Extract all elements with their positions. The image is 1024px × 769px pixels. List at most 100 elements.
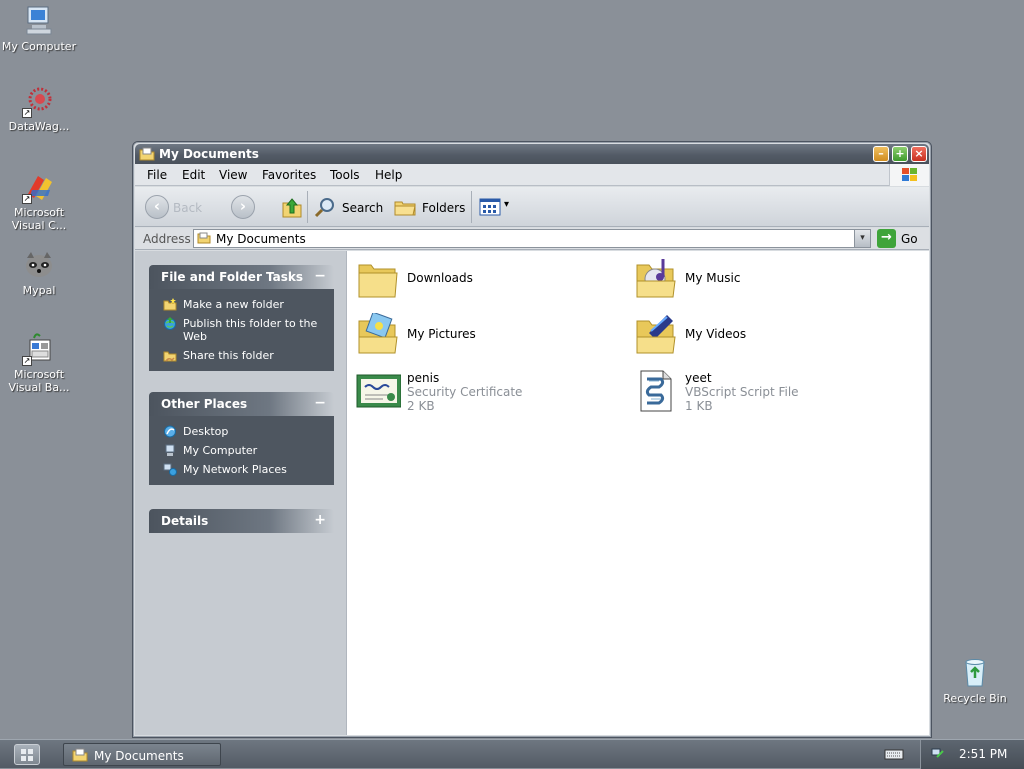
details-group: Details +: [149, 509, 334, 533]
shortcut-arrow-icon: ↗: [22, 194, 32, 204]
close-button[interactable]: ×: [911, 146, 927, 162]
place-label: Desktop: [183, 425, 229, 438]
mypal-raccoon-icon: [22, 248, 56, 282]
group-header[interactable]: Other Places −: [149, 392, 334, 416]
minimize-button[interactable]: –: [873, 146, 889, 162]
keyboard-icon[interactable]: [884, 747, 904, 761]
maximize-button[interactable]: +: [892, 146, 908, 162]
folder-my-music[interactable]: My Music: [627, 257, 897, 305]
group-title: File and Folder Tasks: [161, 270, 304, 284]
task-publish-to-web[interactable]: Publish this folder to the Web: [149, 314, 334, 346]
place-my-network-places[interactable]: My Network Places: [149, 460, 334, 479]
system-tray: 2:51 PM: [920, 740, 1024, 769]
back-button[interactable]: ‹: [145, 195, 169, 219]
desktop-icon-datawag[interactable]: ↗ DataWag...: [1, 84, 77, 133]
item-name: My Videos: [685, 327, 747, 341]
task-label: Share this folder: [183, 349, 274, 362]
desktop-icon-my-computer[interactable]: My Computer: [1, 4, 77, 53]
start-button[interactable]: [14, 744, 40, 765]
group-header[interactable]: File and Folder Tasks −: [149, 265, 334, 289]
menu-tools[interactable]: Tools: [330, 168, 360, 182]
desktop-icon-recycle-bin[interactable]: Recycle Bin: [937, 656, 1013, 705]
network-tray-icon[interactable]: [931, 747, 945, 761]
item-name: Downloads: [407, 271, 473, 285]
item-name: penis: [407, 371, 440, 385]
back-label: Back: [173, 201, 203, 215]
menu-bar: File Edit View Favorites Tools Help: [135, 164, 929, 186]
item-size: 2 KB: [407, 399, 435, 413]
go-button[interactable]: → Go: [877, 229, 929, 248]
menu-favorites[interactable]: Favorites: [262, 168, 316, 182]
desktop-icon-label: Microsoft Visual Ba...: [8, 368, 70, 394]
new-folder-icon: [163, 298, 177, 311]
group-title: Details: [161, 514, 209, 528]
item-name: My Pictures: [407, 327, 476, 341]
file-penis[interactable]: penis Security Certificate 2 KB: [349, 369, 619, 417]
task-label: Publish this folder to the Web: [183, 317, 318, 343]
folder-my-pictures[interactable]: My Pictures: [349, 311, 619, 361]
pictures-folder-icon: [355, 311, 401, 357]
explorer-window: My Documents – + × File Edit View Favori…: [132, 141, 932, 738]
address-input[interactable]: My Documents ▾: [193, 229, 871, 248]
folder-icon: [197, 232, 211, 244]
taskbar-button-my-documents[interactable]: My Documents: [63, 743, 221, 766]
search-button[interactable]: Search: [313, 195, 385, 219]
go-label: Go: [901, 232, 918, 246]
menu-file[interactable]: File: [147, 168, 167, 182]
computer-icon: [22, 4, 56, 38]
desktop-icon-label: Microsoft Visual C...: [11, 206, 67, 232]
desktop-icon-mypal[interactable]: Mypal: [1, 248, 77, 297]
desktop-icon: [163, 425, 177, 438]
item-name: My Music: [685, 271, 741, 285]
task-make-new-folder[interactable]: Make a new folder: [149, 295, 334, 314]
shortcut-arrow-icon: ↗: [22, 108, 32, 118]
network-places-icon: [163, 463, 177, 476]
address-bar: Address My Documents ▾ → Go: [135, 228, 929, 250]
menu-view[interactable]: View: [219, 168, 247, 182]
item-size: 1 KB: [685, 399, 713, 413]
desktop-icon-visual-c[interactable]: ↗ Microsoft Visual C...: [1, 170, 77, 232]
clock[interactable]: 2:51 PM: [959, 747, 1007, 761]
task-share-folder[interactable]: Share this folder: [149, 346, 334, 365]
folders-button[interactable]: Folders: [393, 195, 465, 219]
file-yeet[interactable]: yeet VBScript Script File 1 KB: [627, 369, 897, 417]
place-my-computer[interactable]: My Computer: [149, 441, 334, 460]
search-label: Search: [342, 201, 384, 215]
chevron-down-icon: ▾: [504, 199, 510, 210]
go-arrow-icon: →: [877, 229, 896, 248]
desktop-icon-visual-basic[interactable]: ↗ Microsoft Visual Ba...: [1, 332, 77, 394]
group-title: Other Places: [161, 397, 248, 411]
task-label: Make a new folder: [183, 298, 284, 311]
forward-button[interactable]: ›: [231, 195, 255, 219]
task-pane: File and Folder Tasks − Make a new folde…: [135, 251, 346, 735]
place-desktop[interactable]: Desktop: [149, 422, 334, 441]
views-icon: [479, 198, 501, 216]
start-grid-icon: [21, 749, 33, 761]
address-label: Address: [143, 232, 191, 246]
group-header[interactable]: Details +: [149, 509, 334, 533]
item-type: VBScript Script File: [685, 385, 799, 399]
folder-downloads[interactable]: Downloads: [349, 257, 619, 305]
folders-label: Folders: [422, 201, 466, 215]
up-folder-button[interactable]: [281, 195, 303, 219]
other-places-group: Other Places − Desktop My Computer My Ne…: [149, 392, 334, 485]
place-label: My Network Places: [183, 463, 287, 476]
recycle-bin-icon: [958, 656, 992, 690]
folder-my-videos[interactable]: My Videos: [627, 313, 897, 361]
collapse-icon[interactable]: −: [314, 395, 326, 411]
share-folder-icon: [163, 349, 177, 362]
expand-icon[interactable]: +: [314, 512, 326, 528]
taskbar-button-label: My Documents: [94, 749, 184, 763]
item-name: yeet: [685, 371, 712, 385]
computer-icon: [163, 444, 177, 457]
views-button[interactable]: ▾: [479, 197, 513, 217]
address-dropdown-button[interactable]: ▾: [854, 230, 870, 247]
search-icon: [314, 198, 334, 218]
item-type: Security Certificate: [407, 385, 523, 399]
folder-icon: [139, 147, 155, 161]
title-bar[interactable]: My Documents – + ×: [135, 144, 929, 164]
place-label: My Computer: [183, 444, 258, 457]
menu-edit[interactable]: Edit: [182, 168, 205, 182]
menu-help[interactable]: Help: [375, 168, 402, 182]
collapse-icon[interactable]: −: [314, 268, 326, 284]
